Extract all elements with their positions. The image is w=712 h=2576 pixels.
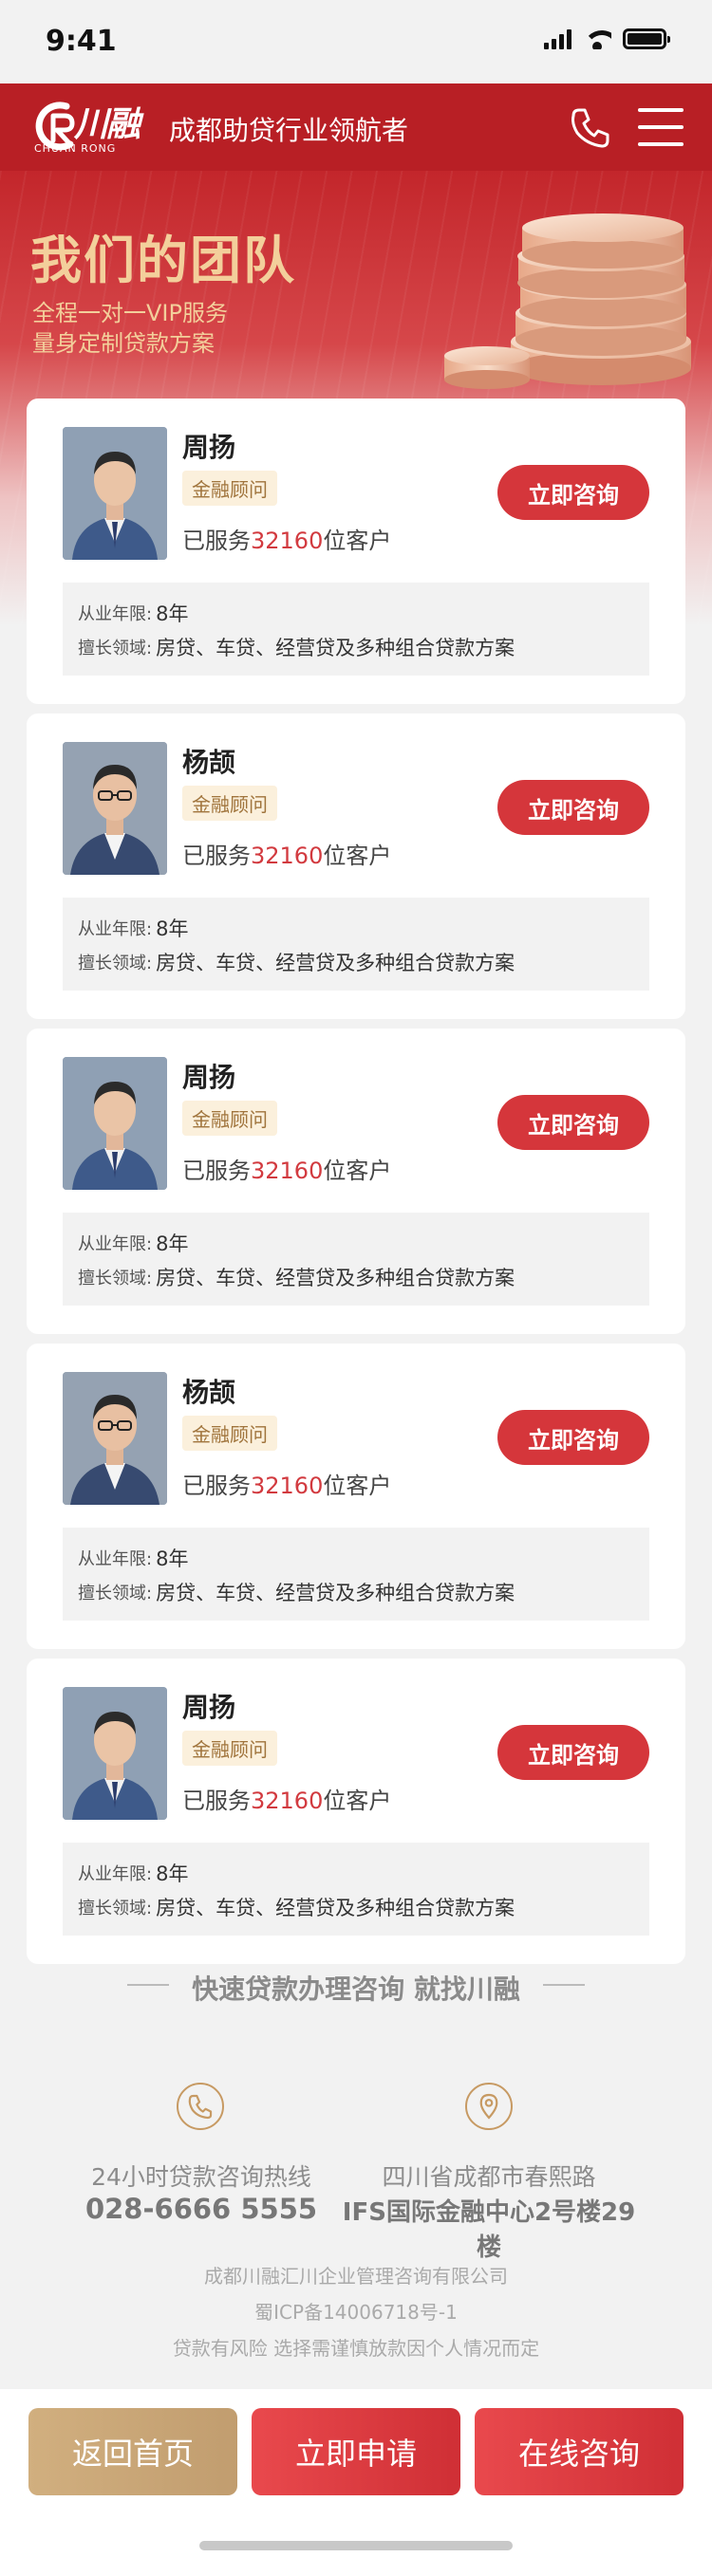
advisor-info: 从业年限: 8年 擅长领域: 房贷、车贷、经营贷及多种组合贷款方案: [63, 1843, 649, 1936]
years-value: 8年: [156, 917, 189, 940]
served-count: 32160: [251, 843, 324, 869]
advisor-list: 周扬 金融顾问 已服务32160位客户 立即咨询 从业年限: 8年 擅长领域: 房贷…: [27, 398, 685, 1974]
years-value: 8年: [156, 1232, 189, 1255]
field-value: 房贷、车贷、经营贷及多种组合贷款方案: [156, 952, 515, 974]
consult-button[interactable]: 立即咨询: [497, 1095, 649, 1150]
bottom-action-bar: 返回首页 立即申请 在线咨询: [0, 2389, 712, 2576]
advisor-title-badge: 金融顾问: [182, 1416, 277, 1451]
advisor-avatar: [63, 742, 167, 875]
battery-icon: [623, 28, 670, 49]
advisor-avatar: [63, 1372, 167, 1505]
consult-button[interactable]: 立即咨询: [497, 465, 649, 520]
hotline-label: 24小时贷款咨询热线: [91, 2163, 311, 2191]
field-value: 房贷、车贷、经营贷及多种组合贷款方案: [156, 1897, 515, 1919]
advisor-avatar: [63, 427, 167, 560]
address-line-2: IFS国际金融中心2号楼29楼: [342, 2198, 636, 2262]
icp-record[interactable]: 蜀ICP备14006718号-1: [0, 2297, 712, 2325]
home-button[interactable]: 返回首页: [28, 2408, 237, 2495]
advisor-name: 杨颉: [182, 1377, 236, 1408]
served-count: 32160: [251, 528, 324, 554]
served-count: 32160: [251, 1473, 324, 1499]
years-value: 8年: [156, 602, 189, 625]
advisor-title-badge: 金融顾问: [182, 1731, 277, 1766]
advisor-card: 杨颉 金融顾问 已服务32160位客户 立即咨询 从业年限: 8年 擅长领域: 房贷…: [27, 713, 685, 1019]
divider: [543, 1984, 585, 1986]
served-count: 32160: [251, 1158, 324, 1184]
years-value: 8年: [156, 1863, 189, 1885]
location-icon: [465, 2083, 513, 2130]
menu-icon[interactable]: [638, 108, 684, 146]
hero-subtitle-2: 量身定制贷款方案: [32, 330, 215, 357]
wifi-icon: [583, 28, 611, 49]
served-count-text: 已服务32160位客户: [182, 1788, 392, 1814]
years-label: 从业年限:: [78, 1234, 153, 1254]
years-label: 从业年限:: [78, 1864, 153, 1884]
home-indicator[interactable]: [199, 2541, 513, 2550]
advisor-card: 周扬 金融顾问 已服务32160位客户 立即咨询 从业年限: 8年 擅长领域: 房贷…: [27, 1029, 685, 1334]
company-name: 成都川融汇川企业管理咨询有限公司: [204, 2265, 508, 2288]
address-line-1: 四川省成都市春熙路: [382, 2163, 596, 2191]
advisor-avatar: [63, 1057, 167, 1190]
hotline-number[interactable]: 028-6666 5555: [49, 2193, 353, 2225]
advisor-name: 周扬: [182, 1692, 236, 1723]
advisor-name: 杨颉: [182, 747, 236, 778]
status-bar: 9:41: [0, 0, 712, 83]
advisor-info: 从业年限: 8年 擅长领域: 房贷、车贷、经营贷及多种组合贷款方案: [63, 1213, 649, 1306]
consult-button[interactable]: 立即咨询: [497, 1410, 649, 1465]
logo-script-text: 川融: [74, 104, 141, 144]
logo-en-text: CHUAN RONG: [34, 142, 117, 155]
phone-icon[interactable]: [566, 104, 613, 152]
phone-icon: [177, 2083, 224, 2130]
advisor-name: 周扬: [182, 432, 236, 463]
field-value: 房贷、车贷、经营贷及多种组合贷款方案: [156, 1582, 515, 1604]
years-value: 8年: [156, 1547, 189, 1570]
signal-icon: [544, 28, 571, 49]
online-consult-button[interactable]: 在线咨询: [475, 2408, 684, 2495]
advisor-card: 杨颉 金融顾问 已服务32160位客户 立即咨询 从业年限: 8年 擅长领域: 房贷…: [27, 1344, 685, 1649]
status-time: 9:41: [46, 25, 117, 58]
hero-subtitle-1: 全程一对一VIP服务: [32, 300, 228, 326]
field-label: 擅长领域:: [78, 1269, 153, 1288]
field-label: 擅长领域:: [78, 639, 153, 658]
field-label: 擅长领域:: [78, 1584, 153, 1603]
field-value: 房贷、车贷、经营贷及多种组合贷款方案: [156, 1267, 515, 1289]
advisor-title-badge: 金融顾问: [182, 786, 277, 821]
served-count-text: 已服务32160位客户: [182, 843, 392, 869]
consult-button[interactable]: 立即咨询: [497, 1725, 649, 1780]
advisor-info: 从业年限: 8年 擅长领域: 房贷、车贷、经营贷及多种组合贷款方案: [63, 898, 649, 991]
advisor-card: 周扬 金融顾问 已服务32160位客户 立即咨询 从业年限: 8年 擅长领域: 房贷…: [27, 398, 685, 704]
advisor-card: 周扬 金融顾问 已服务32160位客户 立即咨询 从业年限: 8年 擅长领域: 房贷…: [27, 1659, 685, 1964]
apply-button[interactable]: 立即申请: [252, 2408, 460, 2495]
advisor-name: 周扬: [182, 1062, 236, 1093]
app-header: 川融 CHUAN RONG 成都助贷行业领航者: [0, 83, 712, 171]
advisor-title-badge: 金融顾问: [182, 471, 277, 506]
served-count-text: 已服务32160位客户: [182, 1158, 392, 1184]
field-value: 房贷、车贷、经营贷及多种组合贷款方案: [156, 637, 515, 659]
served-count-text: 已服务32160位客户: [182, 1473, 392, 1499]
hero-title: 我们的团队: [30, 231, 296, 290]
served-count-text: 已服务32160位客户: [182, 528, 392, 554]
risk-notice: 贷款有风险 选择需谨慎放款因个人情况而定: [172, 2337, 540, 2360]
header-title: 成都助贷行业领航者: [169, 115, 409, 146]
field-label: 擅长领域:: [78, 1899, 153, 1918]
served-count: 32160: [251, 1788, 324, 1814]
field-label: 擅长领域:: [78, 954, 153, 973]
coins-illustration: [444, 213, 691, 389]
years-label: 从业年限:: [78, 919, 153, 939]
advisor-avatar: [63, 1687, 167, 1820]
advisor-title-badge: 金融顾问: [182, 1101, 277, 1136]
status-icons: [544, 28, 670, 49]
advisor-info: 从业年限: 8年 擅长领域: 房贷、车贷、经营贷及多种组合贷款方案: [63, 1528, 649, 1621]
years-label: 从业年限:: [78, 604, 153, 624]
years-label: 从业年限:: [78, 1549, 153, 1569]
footer-heading: 快速贷款办理咨询 就找川融: [192, 1974, 520, 2005]
advisor-info: 从业年限: 8年 擅长领域: 房贷、车贷、经营贷及多种组合贷款方案: [63, 583, 649, 676]
consult-button[interactable]: 立即咨询: [497, 780, 649, 835]
